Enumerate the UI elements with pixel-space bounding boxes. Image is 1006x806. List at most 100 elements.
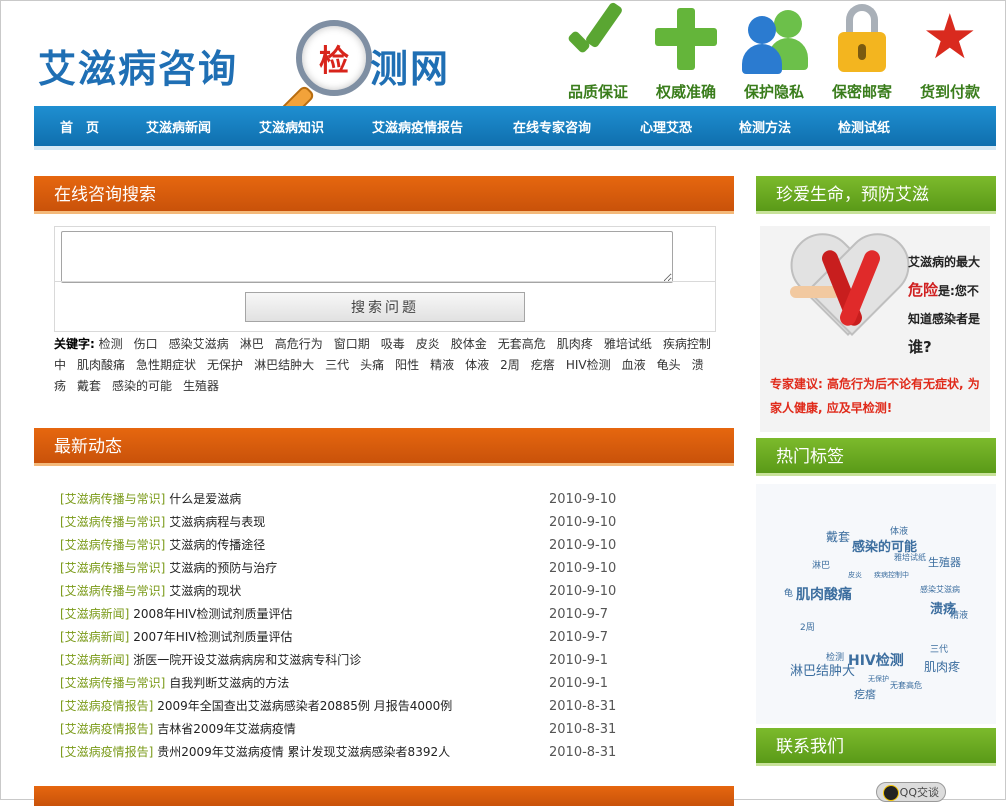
news-category[interactable]: [艾滋病新闻] [60, 607, 129, 621]
keyword-link[interactable]: 检测 [99, 337, 123, 351]
tag-link[interactable]: 肌肉酸痛 [796, 584, 852, 604]
keyword-link[interactable]: 血液 [622, 358, 646, 372]
news-category[interactable]: [艾滋病传播与常识] [60, 492, 165, 506]
news-title[interactable]: 艾滋病病程与表现 [169, 515, 265, 529]
site-logo[interactable]: 艾滋病咨询 检 测网 [38, 20, 478, 124]
nav-aids-news[interactable]: 艾滋病新闻 [146, 117, 211, 136]
news-item[interactable]: [艾滋病新闻] 浙医一院开设艾滋病病房和艾滋病专科门诊 2010-9-1 [60, 649, 660, 672]
news-category[interactable]: [艾滋病传播与常识] [60, 676, 165, 690]
search-box: 搜索问题 [54, 226, 716, 332]
keyword-link[interactable]: 感染的可能 [112, 379, 172, 393]
news-title[interactable]: 2007年HIV检测试剂质量评估 [133, 630, 292, 644]
keyword-link[interactable]: 精液 [430, 358, 454, 372]
news-category[interactable]: [艾滋病疫情报告] [60, 745, 153, 759]
news-item[interactable]: [艾滋病疫情报告] 吉林省2009年艾滋病疫情 2010-8-31 [60, 718, 660, 741]
keyword-link[interactable]: 皮炎 [416, 337, 440, 351]
nav-test-methods[interactable]: 检测方法 [739, 117, 791, 136]
tag-link[interactable]: 雅培试纸 [894, 552, 926, 563]
keyword-link[interactable]: 胶体金 [451, 337, 487, 351]
tag-link[interactable]: HIV检测 [848, 650, 904, 670]
nav-psychology[interactable]: 心理艾恐 [640, 117, 692, 136]
tag-link[interactable]: 三代 [930, 642, 948, 655]
news-title[interactable]: 什么是爱滋病 [169, 492, 241, 506]
news-title[interactable]: 自我判断艾滋病的方法 [169, 676, 289, 690]
nav-test-strips[interactable]: 检测试纸 [838, 117, 890, 136]
keyword-link[interactable]: 生殖器 [183, 379, 219, 393]
news-item[interactable]: [艾滋病传播与常识] 艾滋病病程与表现 2010-9-10 [60, 511, 660, 534]
tag-link[interactable]: 疙瘩 [854, 686, 876, 702]
news-category[interactable]: [艾滋病传播与常识] [60, 584, 165, 598]
search-input[interactable] [61, 231, 673, 283]
tag-link[interactable]: 无保护 [868, 674, 889, 684]
news-title[interactable]: 艾滋病的传播途径 [169, 538, 265, 552]
tag-link[interactable]: 龟 [784, 586, 793, 599]
tag-link[interactable]: 2周 [800, 620, 815, 633]
nav-home[interactable]: 首 页 [60, 117, 99, 136]
news-category[interactable]: [艾滋病疫情报告] [60, 699, 153, 713]
news-item[interactable]: [艾滋病传播与常识] 自我判断艾滋病的方法 2010-9-1 [60, 672, 660, 695]
keyword-link[interactable]: 淋巴结肿大 [254, 358, 314, 372]
news-title[interactable]: 艾滋病的现状 [169, 584, 241, 598]
nav-epidemic-report[interactable]: 艾滋病疫情报告 [372, 117, 463, 136]
news-item[interactable]: [艾滋病传播与常识] 艾滋病的预防与治疗 2010-9-10 [60, 557, 660, 580]
news-category[interactable]: [艾滋病传播与常识] [60, 561, 165, 575]
news-item[interactable]: [艾滋病新闻] 2008年HIV检测试剂质量评估 2010-9-7 [60, 603, 660, 626]
news-category[interactable]: [艾滋病传播与常识] [60, 538, 165, 552]
nav-expert-consult[interactable]: 在线专家咨询 [513, 117, 591, 136]
news-item[interactable]: [艾滋病传播与常识] 艾滋病的现状 2010-9-10 [60, 580, 660, 603]
tag-link[interactable]: 精液 [950, 608, 968, 621]
keyword-link[interactable]: 阳性 [395, 358, 419, 372]
news-title[interactable]: 艾滋病的预防与治疗 [169, 561, 277, 575]
news-title[interactable]: 浙医一院开设艾滋病病房和艾滋病专科门诊 [133, 653, 361, 667]
keyword-link[interactable]: 窗口期 [334, 337, 370, 351]
nav-aids-knowledge[interactable]: 艾滋病知识 [259, 117, 324, 136]
keyword-link[interactable]: 感染艾滋病 [169, 337, 229, 351]
keyword-link[interactable]: 头痛 [360, 358, 384, 372]
search-button[interactable]: 搜索问题 [245, 292, 525, 322]
news-category[interactable]: [艾滋病新闻] [60, 630, 129, 644]
qq-chat-label: QQ交谈 [899, 786, 939, 799]
news-item[interactable]: [艾滋病疫情报告] 2009年全国查出艾滋病感染者20885例 月报告4000例… [60, 695, 660, 718]
tag-link[interactable]: 淋巴 [812, 558, 830, 571]
keyword-link[interactable]: 三代 [325, 358, 349, 372]
news-title[interactable]: 2009年全国查出艾滋病感染者20885例 月报告4000例 [157, 699, 452, 713]
news-title[interactable]: 贵州2009年艾滋病疫情 累计发现艾滋病感染者8392人 [157, 745, 450, 759]
tag-link[interactable]: 淋巴结肿大 [790, 660, 855, 679]
badge-privacy: 保护隐私 [732, 4, 816, 102]
news-item[interactable]: [艾滋病传播与常识] 艾滋病的传播途径 2010-9-10 [60, 534, 660, 557]
news-category[interactable]: [艾滋病传播与常识] [60, 515, 165, 529]
tag-link[interactable]: 皮炎 [848, 570, 862, 580]
tag-link[interactable]: 感染艾滋病 [920, 584, 960, 595]
news-title[interactable]: 吉林省2009年艾滋病疫情 [157, 722, 296, 736]
keyword-link[interactable]: 高危行为 [275, 337, 323, 351]
keyword-link[interactable]: 龟头 [657, 358, 681, 372]
keyword-link[interactable]: 无套高危 [498, 337, 546, 351]
news-item[interactable]: [艾滋病传播与常识] 什么是爱滋病 2010-9-10 [60, 488, 660, 511]
keyword-link[interactable]: 体液 [465, 358, 489, 372]
keyword-link[interactable]: 无保护 [207, 358, 243, 372]
keyword-link[interactable]: 吸毒 [381, 337, 405, 351]
news-category[interactable]: [艾滋病新闻] [60, 653, 129, 667]
aids-promo-banner[interactable]: 艾滋病的最大危险是:您不知道感染者是谁? 专家建议: 高危行为后不论有无症状, … [760, 226, 990, 432]
news-title[interactable]: 2008年HIV检测试剂质量评估 [133, 607, 292, 621]
qq-chat-button[interactable]: QQ交谈 [876, 782, 946, 802]
tag-link[interactable]: 肌肉疼 [924, 658, 960, 675]
news-category[interactable]: [艾滋病疫情报告] [60, 722, 153, 736]
news-item[interactable]: [艾滋病疫情报告] 贵州2009年艾滋病疫情 累计发现艾滋病感染者8392人 20… [60, 741, 660, 764]
news-item[interactable]: [艾滋病新闻] 2007年HIV检测试剂质量评估 2010-9-7 [60, 626, 660, 649]
keyword-link[interactable]: 肌肉疼 [557, 337, 593, 351]
keyword-link[interactable]: 疙瘩 [531, 358, 555, 372]
keyword-link[interactable]: 肌肉酸痛 [77, 358, 125, 372]
tag-link[interactable]: 戴套 [826, 528, 850, 545]
keyword-link[interactable]: 2周 [500, 358, 520, 372]
keyword-link[interactable]: 雅培试纸 [604, 337, 652, 351]
keyword-link[interactable]: HIV检测 [566, 358, 611, 372]
badge-label: 货到付款 [919, 83, 980, 101]
keyword-link[interactable]: 急性期症状 [136, 358, 196, 372]
keyword-link[interactable]: 淋巴 [240, 337, 264, 351]
keyword-link[interactable]: 戴套 [77, 379, 101, 393]
tag-link[interactable]: 疾病控制中 [874, 570, 909, 580]
keyword-link[interactable]: 伤口 [134, 337, 158, 351]
tag-link[interactable]: 无套高危 [890, 680, 922, 691]
tag-link[interactable]: 生殖器 [928, 554, 961, 570]
